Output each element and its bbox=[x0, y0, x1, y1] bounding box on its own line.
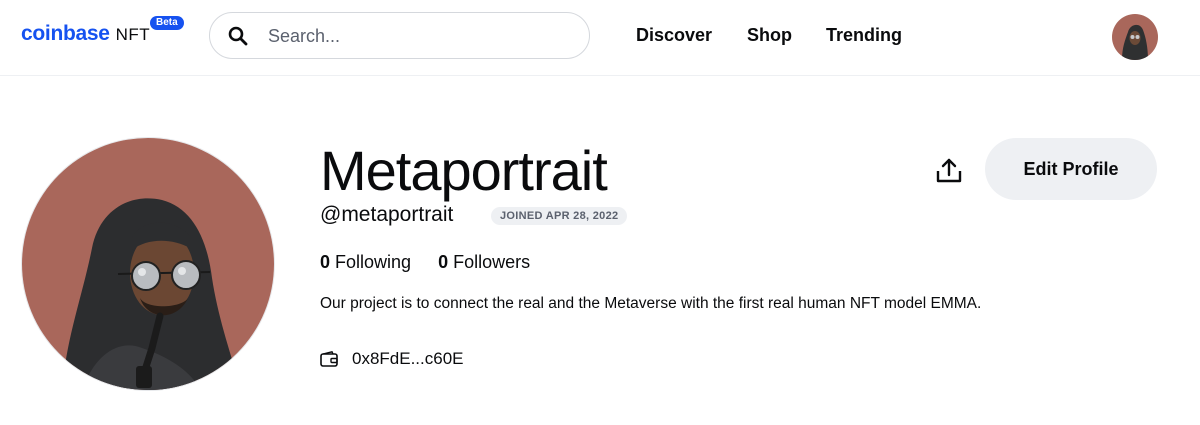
following-count: 0 bbox=[320, 252, 331, 272]
wallet-address: 0x8FdE...c60E bbox=[352, 349, 464, 368]
nav-shop[interactable]: Shop bbox=[747, 25, 792, 46]
profile-name: Metaportrait bbox=[320, 139, 608, 202]
following-label: Following bbox=[335, 252, 412, 272]
share-icon bbox=[936, 158, 962, 183]
share-button[interactable] bbox=[930, 154, 968, 188]
search-icon bbox=[228, 26, 248, 46]
logo-suffix: NFT bbox=[115, 25, 151, 44]
profile-bio: Our project is to connect the real and t… bbox=[320, 295, 982, 312]
edit-profile-button[interactable]: Edit Profile bbox=[985, 138, 1157, 200]
coinbase-nft-logo[interactable]: coinbase NFT Beta bbox=[21, 16, 184, 46]
joined-date-badge: JOINED APR 28, 2022 bbox=[491, 207, 628, 225]
logo-wordmark: coinbase bbox=[21, 22, 110, 45]
nav-trending[interactable]: Trending bbox=[826, 25, 902, 46]
profile-avatar bbox=[21, 137, 275, 391]
search-input[interactable] bbox=[268, 21, 568, 51]
follow-stats: 0 Following 0 Followers bbox=[320, 252, 530, 273]
wallet-address-row[interactable]: 0x8FdE...c60E bbox=[320, 349, 464, 369]
followers-label: Followers bbox=[453, 252, 531, 272]
followers-link[interactable]: 0 Followers bbox=[438, 252, 530, 273]
followers-count: 0 bbox=[438, 252, 449, 272]
user-avatar[interactable] bbox=[1112, 14, 1158, 60]
search-bar[interactable] bbox=[209, 12, 590, 59]
following-link[interactable]: 0 Following bbox=[320, 252, 411, 273]
profile-portrait-image bbox=[22, 138, 274, 390]
beta-badge: Beta bbox=[150, 16, 184, 30]
nav-discover[interactable]: Discover bbox=[636, 25, 712, 46]
wallet-icon bbox=[320, 351, 338, 367]
avatar-portrait-image bbox=[1112, 14, 1158, 60]
top-header: coinbase NFT Beta Discover Shop Trending bbox=[0, 0, 1200, 76]
profile-handle: @metaportrait bbox=[320, 203, 454, 226]
